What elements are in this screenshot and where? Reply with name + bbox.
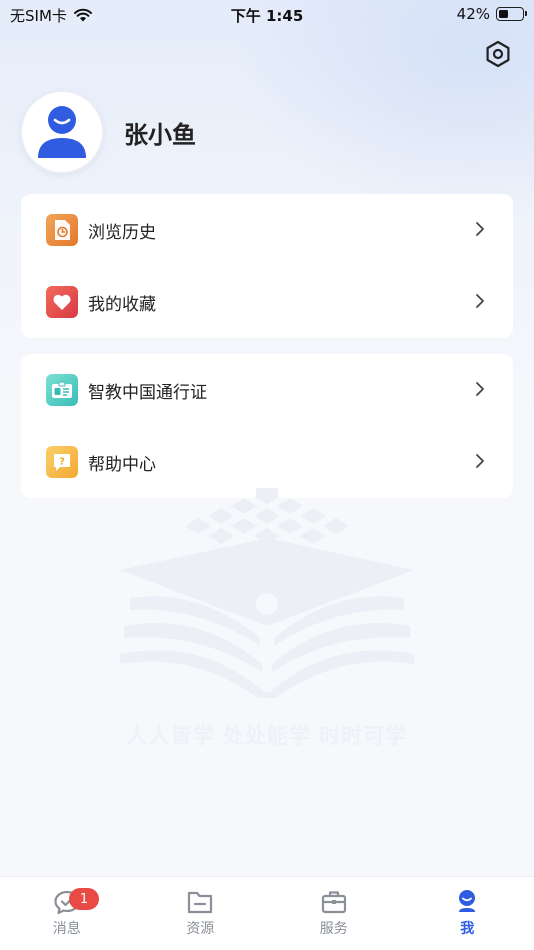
menu-item-label: 帮助中心 [88, 454, 156, 475]
book-logo-watermark [120, 488, 414, 698]
menu-item-favorites[interactable]: 我的收藏 [21, 266, 513, 338]
tab-label: 我 [460, 921, 475, 937]
folder-icon [188, 891, 213, 914]
menu-item-label: 我的收藏 [88, 294, 156, 315]
settings-hexagon-icon [486, 40, 510, 68]
unread-badge: 1 [69, 888, 99, 910]
chevron-right-icon [476, 294, 484, 308]
id-card-icon [46, 374, 78, 406]
tab-label: 消息 [52, 921, 81, 937]
tab-me[interactable]: 我 [401, 877, 534, 950]
chevron-right-icon [476, 222, 484, 236]
menu-item-passport[interactable]: 智教中国通行证 [21, 354, 513, 426]
tab-label: 资源 [186, 921, 215, 937]
status-time: 下午 1:45 [230, 7, 304, 25]
menu-item-history[interactable]: 浏览历史 [21, 194, 513, 266]
watermark-slogan: 人人皆学 处处能学 时时可学 [126, 724, 408, 748]
status-bar: 无SIM卡 下午 1:45 42% [0, 0, 534, 28]
avatar[interactable] [20, 90, 104, 174]
chevron-right-icon [476, 454, 484, 468]
username: 张小鱼 [124, 120, 196, 149]
tab-label: 服务 [319, 921, 348, 937]
help-icon: ? [46, 446, 78, 478]
tab-resources[interactable]: 资源 [134, 877, 268, 950]
menu-card-personal: 浏览历史 我的收藏 [21, 194, 513, 338]
menu-item-label: 浏览历史 [88, 222, 156, 243]
bottom-tab-bar: 消息 1 资源 服务 我 [0, 876, 534, 950]
tab-services[interactable]: 服务 [267, 877, 401, 950]
heart-icon [46, 286, 78, 318]
battery-level [498, 9, 508, 18]
profile-section[interactable]: 张小鱼 [20, 90, 196, 174]
history-icon [46, 214, 78, 246]
battery-percent: 42% [456, 5, 490, 23]
battery-icon [496, 7, 527, 21]
user-avatar-icon [38, 106, 86, 158]
tab-messages[interactable]: 消息 1 [0, 877, 134, 950]
chevron-right-icon [476, 382, 484, 396]
menu-item-label: 智教中国通行证 [88, 382, 207, 403]
settings-button[interactable] [482, 38, 514, 70]
me-icon [459, 890, 476, 912]
svg-text:?: ? [59, 457, 65, 468]
menu-card-account: 智教中国通行证 ? 帮助中心 [21, 354, 513, 498]
briefcase-icon [321, 891, 346, 914]
